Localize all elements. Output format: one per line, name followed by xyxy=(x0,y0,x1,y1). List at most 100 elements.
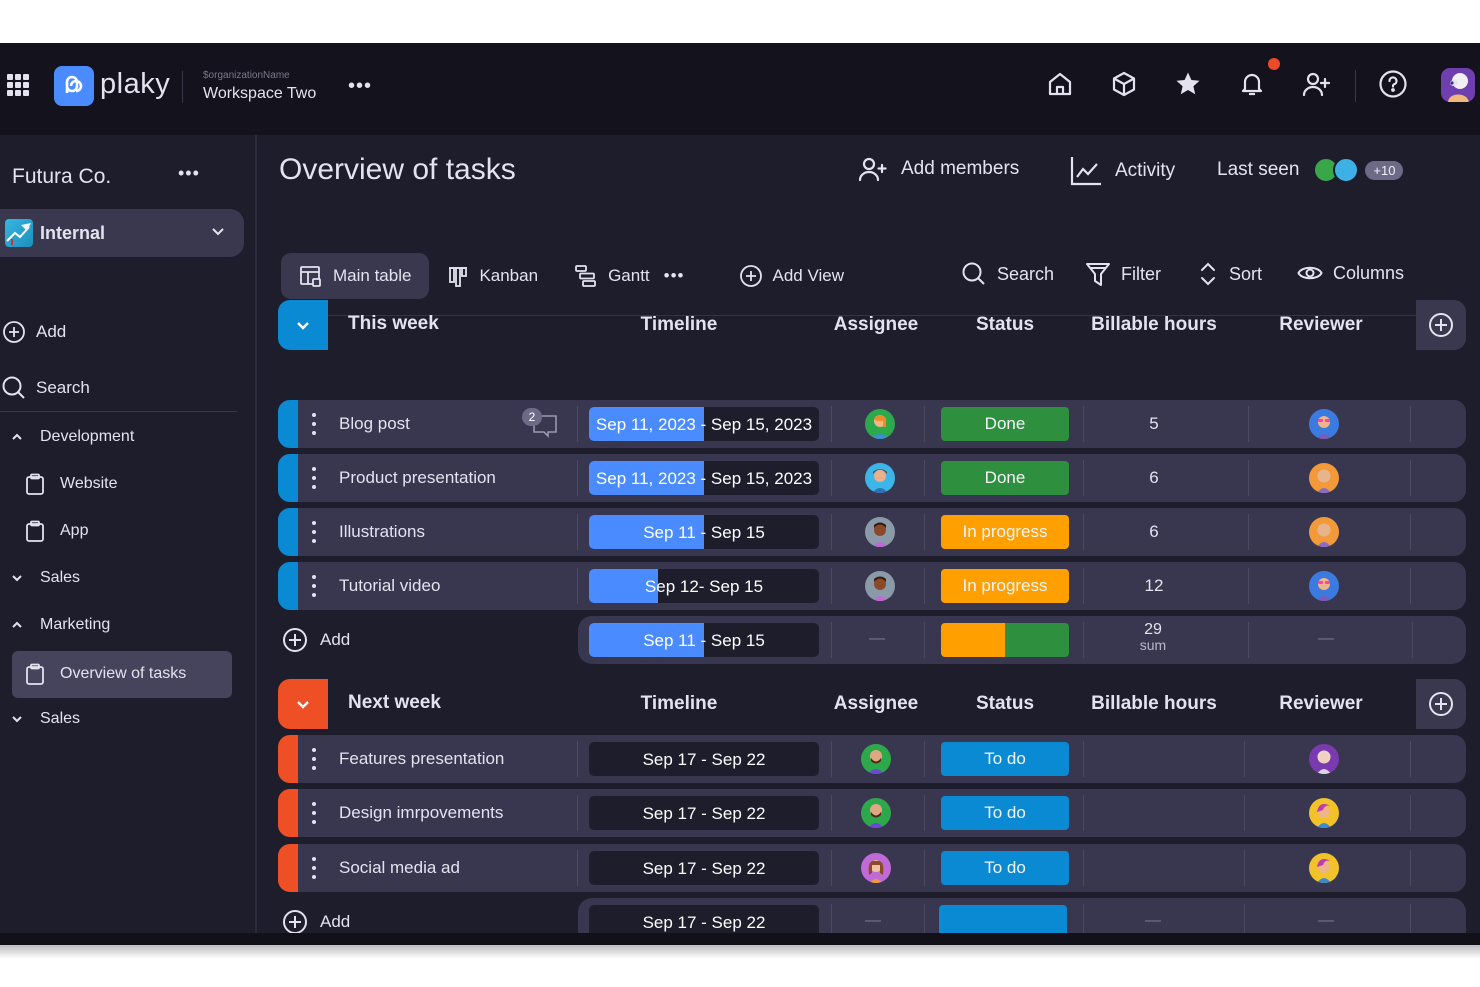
sidebar-search-button[interactable]: Search xyxy=(0,374,90,402)
table-row[interactable]: Blog post 2 Sep 11, 2023 - Sep 15, 2023 … xyxy=(278,400,1466,448)
row-menu-icon[interactable] xyxy=(312,802,316,824)
reviewer-avatar[interactable] xyxy=(1309,571,1339,601)
add-task-button[interactable]: Add xyxy=(282,909,350,935)
status-badge[interactable]: In progress xyxy=(941,515,1069,549)
task-name[interactable]: Design imrpovements xyxy=(339,803,503,823)
sidebar-item-website[interactable]: Website xyxy=(25,471,118,497)
timeline-cell[interactable]: Sep 11, 2023 - Sep 15, 2023 xyxy=(589,407,819,441)
column-header-assignee[interactable]: Assignee xyxy=(826,314,926,336)
row-menu-icon[interactable] xyxy=(312,748,316,770)
task-name[interactable]: Features presentation xyxy=(339,749,504,769)
timeline-cell[interactable]: Sep 17 - Sep 22 xyxy=(589,742,819,776)
apps-grid-icon[interactable] xyxy=(7,74,29,96)
collapse-group-button[interactable] xyxy=(278,300,328,350)
assignee-avatar[interactable] xyxy=(865,517,895,547)
table-row[interactable]: Illustrations Sep 11 - Sep 15 In progres… xyxy=(278,508,1466,556)
task-name[interactable]: Tutorial video xyxy=(339,576,440,596)
assignee-avatar[interactable] xyxy=(861,744,891,774)
assignee-avatar[interactable] xyxy=(861,853,891,883)
sidebar-folder-sales-2[interactable]: Sales xyxy=(10,706,80,732)
user-avatar[interactable] xyxy=(1441,68,1475,102)
row-menu-icon[interactable] xyxy=(312,467,316,489)
collapse-group-button[interactable] xyxy=(278,679,328,729)
help-icon[interactable] xyxy=(1378,69,1408,99)
column-header-billable-hours[interactable]: Billable hours xyxy=(1084,693,1224,715)
reviewer-avatar[interactable] xyxy=(1309,409,1339,439)
row-menu-icon[interactable] xyxy=(312,575,316,597)
billable-hours-value[interactable]: 6 xyxy=(1084,522,1224,542)
column-header-timeline[interactable]: Timeline xyxy=(589,693,769,715)
timeline-cell[interactable]: Sep 17 - Sep 22 xyxy=(589,796,819,830)
summary-assignee: — xyxy=(865,912,881,929)
column-header-assignee[interactable]: Assignee xyxy=(826,693,926,715)
group-title[interactable]: This week xyxy=(348,313,439,335)
table-row[interactable]: Design imrpovements Sep 17 - Sep 22 To d… xyxy=(278,789,1466,837)
column-header-status[interactable]: Status xyxy=(941,693,1069,715)
cell-divider xyxy=(1248,514,1249,550)
star-icon[interactable] xyxy=(1173,69,1203,99)
row-menu-icon[interactable] xyxy=(312,413,316,435)
sidebar-folder-development[interactable]: Development xyxy=(10,424,134,450)
timeline-cell[interactable]: Sep 17 - Sep 22 xyxy=(589,851,819,885)
assignee-avatar[interactable] xyxy=(865,463,895,493)
timeline-cell[interactable]: Sep 11, 2023 - Sep 15, 2023 xyxy=(589,461,819,495)
task-name[interactable]: Social media ad xyxy=(339,858,460,878)
home-icon[interactable] xyxy=(1045,69,1075,99)
reviewer-avatar[interactable] xyxy=(1309,463,1339,493)
reviewer-avatar[interactable] xyxy=(1309,744,1339,774)
status-badge[interactable]: Done xyxy=(941,461,1069,495)
reviewer-avatar[interactable] xyxy=(1309,798,1339,828)
group-title[interactable]: Next week xyxy=(348,692,441,714)
sidebar-add-button[interactable]: Add xyxy=(0,318,66,346)
status-badge[interactable]: To do xyxy=(941,851,1069,885)
task-name[interactable]: Blog post xyxy=(339,414,410,434)
assignee-avatar[interactable] xyxy=(861,798,891,828)
add-column-button[interactable] xyxy=(1416,300,1466,350)
billable-hours-value[interactable]: 6 xyxy=(1084,468,1224,488)
table-row[interactable]: Features presentation Sep 17 - Sep 22 To… xyxy=(278,735,1466,783)
sidebar-folder-marketing[interactable]: Marketing xyxy=(10,612,110,638)
chevron-down-icon xyxy=(297,701,309,709)
comments-icon[interactable]: 2 xyxy=(522,408,558,438)
row-menu-icon[interactable] xyxy=(312,857,316,879)
billable-hours-value[interactable]: 5 xyxy=(1084,414,1224,434)
cell-divider xyxy=(924,795,925,831)
cube-icon[interactable] xyxy=(1109,69,1139,99)
column-header-timeline[interactable]: Timeline xyxy=(589,314,769,336)
status-badge[interactable]: In progress xyxy=(941,569,1069,603)
table-row[interactable]: Tutorial video Sep 12- Sep 15 In progres… xyxy=(278,562,1466,610)
bell-icon[interactable] xyxy=(1237,69,1267,99)
row-menu-icon[interactable] xyxy=(312,521,316,543)
sidebar-folder-sales[interactable]: Sales xyxy=(10,565,80,591)
billable-hours-value[interactable]: 12 xyxy=(1084,576,1224,596)
sidebar-item-app[interactable]: App xyxy=(25,518,88,544)
brand-name: plaky xyxy=(100,68,171,100)
workspace-name[interactable]: Workspace Two xyxy=(203,85,316,103)
table-row[interactable]: Social media ad Sep 17 - Sep 22 To do xyxy=(278,844,1466,892)
timeline-cell[interactable]: Sep 11 - Sep 15 xyxy=(589,515,819,549)
add-task-button[interactable]: Add xyxy=(282,627,350,653)
sidebar-item-overview-of-tasks[interactable]: Overview of tasks xyxy=(12,651,232,698)
add-user-icon[interactable] xyxy=(1301,69,1331,99)
reviewer-avatar[interactable] xyxy=(1309,853,1339,883)
status-badge[interactable]: Done xyxy=(941,407,1069,441)
column-header-billable-hours[interactable]: Billable hours xyxy=(1084,314,1224,336)
add-column-button[interactable] xyxy=(1416,679,1466,729)
column-header-status[interactable]: Status xyxy=(941,314,1069,336)
status-badge[interactable]: To do xyxy=(941,742,1069,776)
assignee-avatar[interactable] xyxy=(865,409,895,439)
status-badge[interactable]: To do xyxy=(941,796,1069,830)
table-row[interactable]: Product presentation Sep 11, 2023 - Sep … xyxy=(278,454,1466,502)
assignee-avatar[interactable] xyxy=(865,571,895,601)
task-name[interactable]: Product presentation xyxy=(339,468,496,488)
divider xyxy=(182,71,183,103)
workspace-selector[interactable]: Internal xyxy=(0,209,244,257)
column-header-reviewer[interactable]: Reviewer xyxy=(1248,693,1394,715)
plaky-logo-icon[interactable] xyxy=(54,66,94,106)
column-header-reviewer[interactable]: Reviewer xyxy=(1248,314,1394,336)
reviewer-avatar[interactable] xyxy=(1309,517,1339,547)
more-icon[interactable]: ••• xyxy=(348,75,372,98)
task-name[interactable]: Illustrations xyxy=(339,522,425,542)
timeline-cell[interactable]: Sep 12- Sep 15 xyxy=(589,569,819,603)
sidebar-more-icon[interactable]: ••• xyxy=(178,163,200,184)
